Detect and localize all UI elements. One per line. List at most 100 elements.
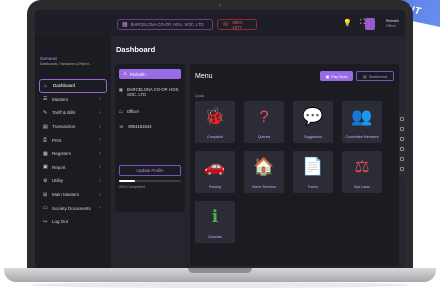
tile-label: Forms	[307, 185, 319, 189]
rail-icon[interactable]	[400, 137, 404, 141]
sidebar-item-log-out[interactable]: ↪ Log Out	[39, 215, 107, 229]
tile-complaint[interactable]: 🐞 Complaint	[195, 101, 235, 143]
tag-icon: ✎	[43, 109, 48, 116]
chevron-right-icon: ›	[99, 177, 101, 184]
tile-suggestion[interactable]: 💬 Suggestion	[293, 101, 333, 143]
chevron-right-icon: ›	[99, 150, 101, 157]
sidebar-item-label: Report	[52, 164, 66, 170]
bulb-icon[interactable]: 💡	[343, 19, 352, 27]
phone-chip[interactable]: ☏ 9004-2077	[217, 19, 257, 30]
rail-icon[interactable]	[400, 147, 404, 151]
app-screen: ▦ BARCELONA CO-OP. HOU. SOC. LTD ☏ 9004-…	[35, 10, 405, 268]
sidebar-item-report[interactable]: ▣ Report ›	[39, 161, 107, 175]
bug-icon: 🐞	[204, 107, 226, 126]
building-icon: ▦	[122, 21, 128, 28]
profile-progress-fill	[119, 180, 135, 182]
tile-forms[interactable]: 📄 Forms	[293, 151, 333, 193]
statement-label: Statement	[368, 73, 387, 79]
rail-icon[interactable]	[400, 157, 404, 161]
user-info[interactable]: Rishabh Officer	[386, 19, 399, 28]
laptop-notch	[188, 268, 252, 273]
sidebar-item-masters[interactable]: ☰ Masters ›	[39, 93, 107, 107]
phone-icon: ☏	[119, 124, 125, 129]
tile-label: Suggestion	[304, 135, 322, 139]
section-title: General	[40, 56, 57, 61]
sidebar-item-label: Transaction	[52, 124, 76, 130]
tile-committee-members[interactable]: 👥 Committee Members	[342, 101, 382, 143]
avatar[interactable]	[365, 18, 375, 30]
chevron-right-icon: ›	[99, 191, 101, 198]
sidebar-item-tariff-bills[interactable]: ✎ Tariff & Bills ›	[39, 106, 107, 120]
sidebar-item-transaction[interactable]: ▤ Transaction ›	[39, 120, 107, 134]
profile-role: ☖ Officer	[119, 109, 181, 114]
user-icon: ♙	[123, 71, 127, 76]
home-icon: ⌂	[44, 82, 48, 89]
sidebar-item-utility[interactable]: ⚙ Utility ›	[39, 174, 107, 188]
list-icon: ☰	[43, 96, 48, 103]
society-chip[interactable]: ▦ BARCELONA CO-OP. HOU. SOC. LTD	[117, 19, 213, 30]
sidebar-item-dashboard[interactable]: ⌂ Dashboard	[39, 79, 107, 93]
profile-name-bar: ♙ Rishabh	[119, 69, 181, 79]
tile-label: Bye Laws	[354, 185, 370, 189]
profile-name: Rishabh	[129, 71, 146, 77]
profile-role-text: Officer	[126, 109, 140, 114]
profile-phone: ☏ 9004161644	[119, 124, 181, 129]
sidebar-item-label: Society Documents	[52, 205, 91, 211]
update-profile-button[interactable]: Update Profile	[119, 165, 181, 176]
profile-society-text: BARCELONA CO-OP. HOS. SOC. LTD	[126, 87, 180, 97]
laptop-shadow	[30, 282, 410, 288]
sidebar: General Dashboards, Transaction & Report…	[35, 36, 111, 268]
statement-button[interactable]: ▤ Statement	[356, 71, 394, 81]
sidebar-item-label: Masters	[52, 96, 69, 102]
pay-now-label: Pay Now	[331, 73, 348, 79]
tile-parking[interactable]: 🚗 Parking	[195, 151, 235, 193]
rail-icon[interactable]	[400, 117, 404, 121]
profile-progress-bar	[119, 180, 181, 182]
page-title: Dashboard	[116, 45, 156, 54]
sidebar-item-print[interactable]: ⎙ Print ›	[39, 133, 107, 147]
rail-icon[interactable]	[400, 167, 404, 171]
tile-label: Parking	[208, 185, 222, 189]
rail-icon[interactable]	[400, 127, 404, 131]
chevron-right-icon: ›	[99, 96, 101, 103]
car-icon: 🚗	[204, 157, 226, 176]
tile-label: Complaint	[206, 135, 224, 139]
sidebar-item-registers[interactable]: ▦ Registers ›	[39, 147, 107, 161]
tile-label: Committee Members	[345, 135, 379, 139]
info-icon: ℹ	[211, 207, 219, 226]
chevron-right-icon: ›	[99, 109, 101, 116]
menu-panel: Menu ▣ Pay Now ▤ Statement Quick 🐞 Compla…	[190, 64, 399, 266]
tile-label: Home Services	[251, 185, 277, 189]
utility-icon: ⚙	[43, 177, 48, 184]
register-icon: ▦	[43, 150, 48, 157]
phone-chip-label: 9004-2077	[232, 19, 244, 30]
forms-icon: 📄	[302, 157, 324, 176]
tile-label: Circulars	[207, 235, 223, 239]
logout-icon: ↪	[43, 218, 48, 225]
chevron-right-icon: ›	[99, 205, 101, 212]
pay-now-button[interactable]: ▣ Pay Now	[320, 71, 353, 81]
tile-home-services[interactable]: 🏠 Home Services	[244, 151, 284, 193]
tile-circulars[interactable]: ℹ Circulars	[195, 201, 235, 243]
building-icon: ▦	[119, 87, 123, 92]
phone-icon: ☏	[222, 21, 230, 28]
chevron-right-icon: ›	[99, 164, 101, 171]
statement-icon: ▤	[362, 73, 367, 79]
sidebar-item-label: Tariff & Bills	[52, 110, 76, 116]
sidebar-item-label: Log Out	[52, 219, 69, 225]
user-role: Officer	[385, 23, 397, 28]
document-icon: ▭	[43, 205, 48, 212]
sidebar-item-label: Main Masters	[52, 192, 80, 198]
profile-phone-text: 9004161644	[128, 124, 152, 129]
tile-queries[interactable]: ? Queries	[244, 101, 284, 143]
sidebar-item-main-masters[interactable]: ⊞ Main Masters ›	[39, 188, 107, 202]
people-icon: 👥	[351, 107, 373, 126]
menu-title: Menu	[195, 73, 213, 80]
tile-bye-laws[interactable]: ⚖ Bye Laws	[342, 151, 382, 193]
camera-dot	[219, 4, 221, 6]
sidebar-nav: ⌂ Dashboard ☰ Masters › ✎ Tariff & Bills › ▤ Tran…	[39, 79, 107, 229]
chat-icon: 💬	[302, 107, 324, 126]
home-services-icon: 🏠	[253, 157, 275, 176]
sidebar-item-society-documents[interactable]: ▭ Society Documents ›	[39, 201, 107, 215]
profile-society: ▦ BARCELONA CO-OP. HOS. SOC. LTD	[119, 87, 181, 97]
